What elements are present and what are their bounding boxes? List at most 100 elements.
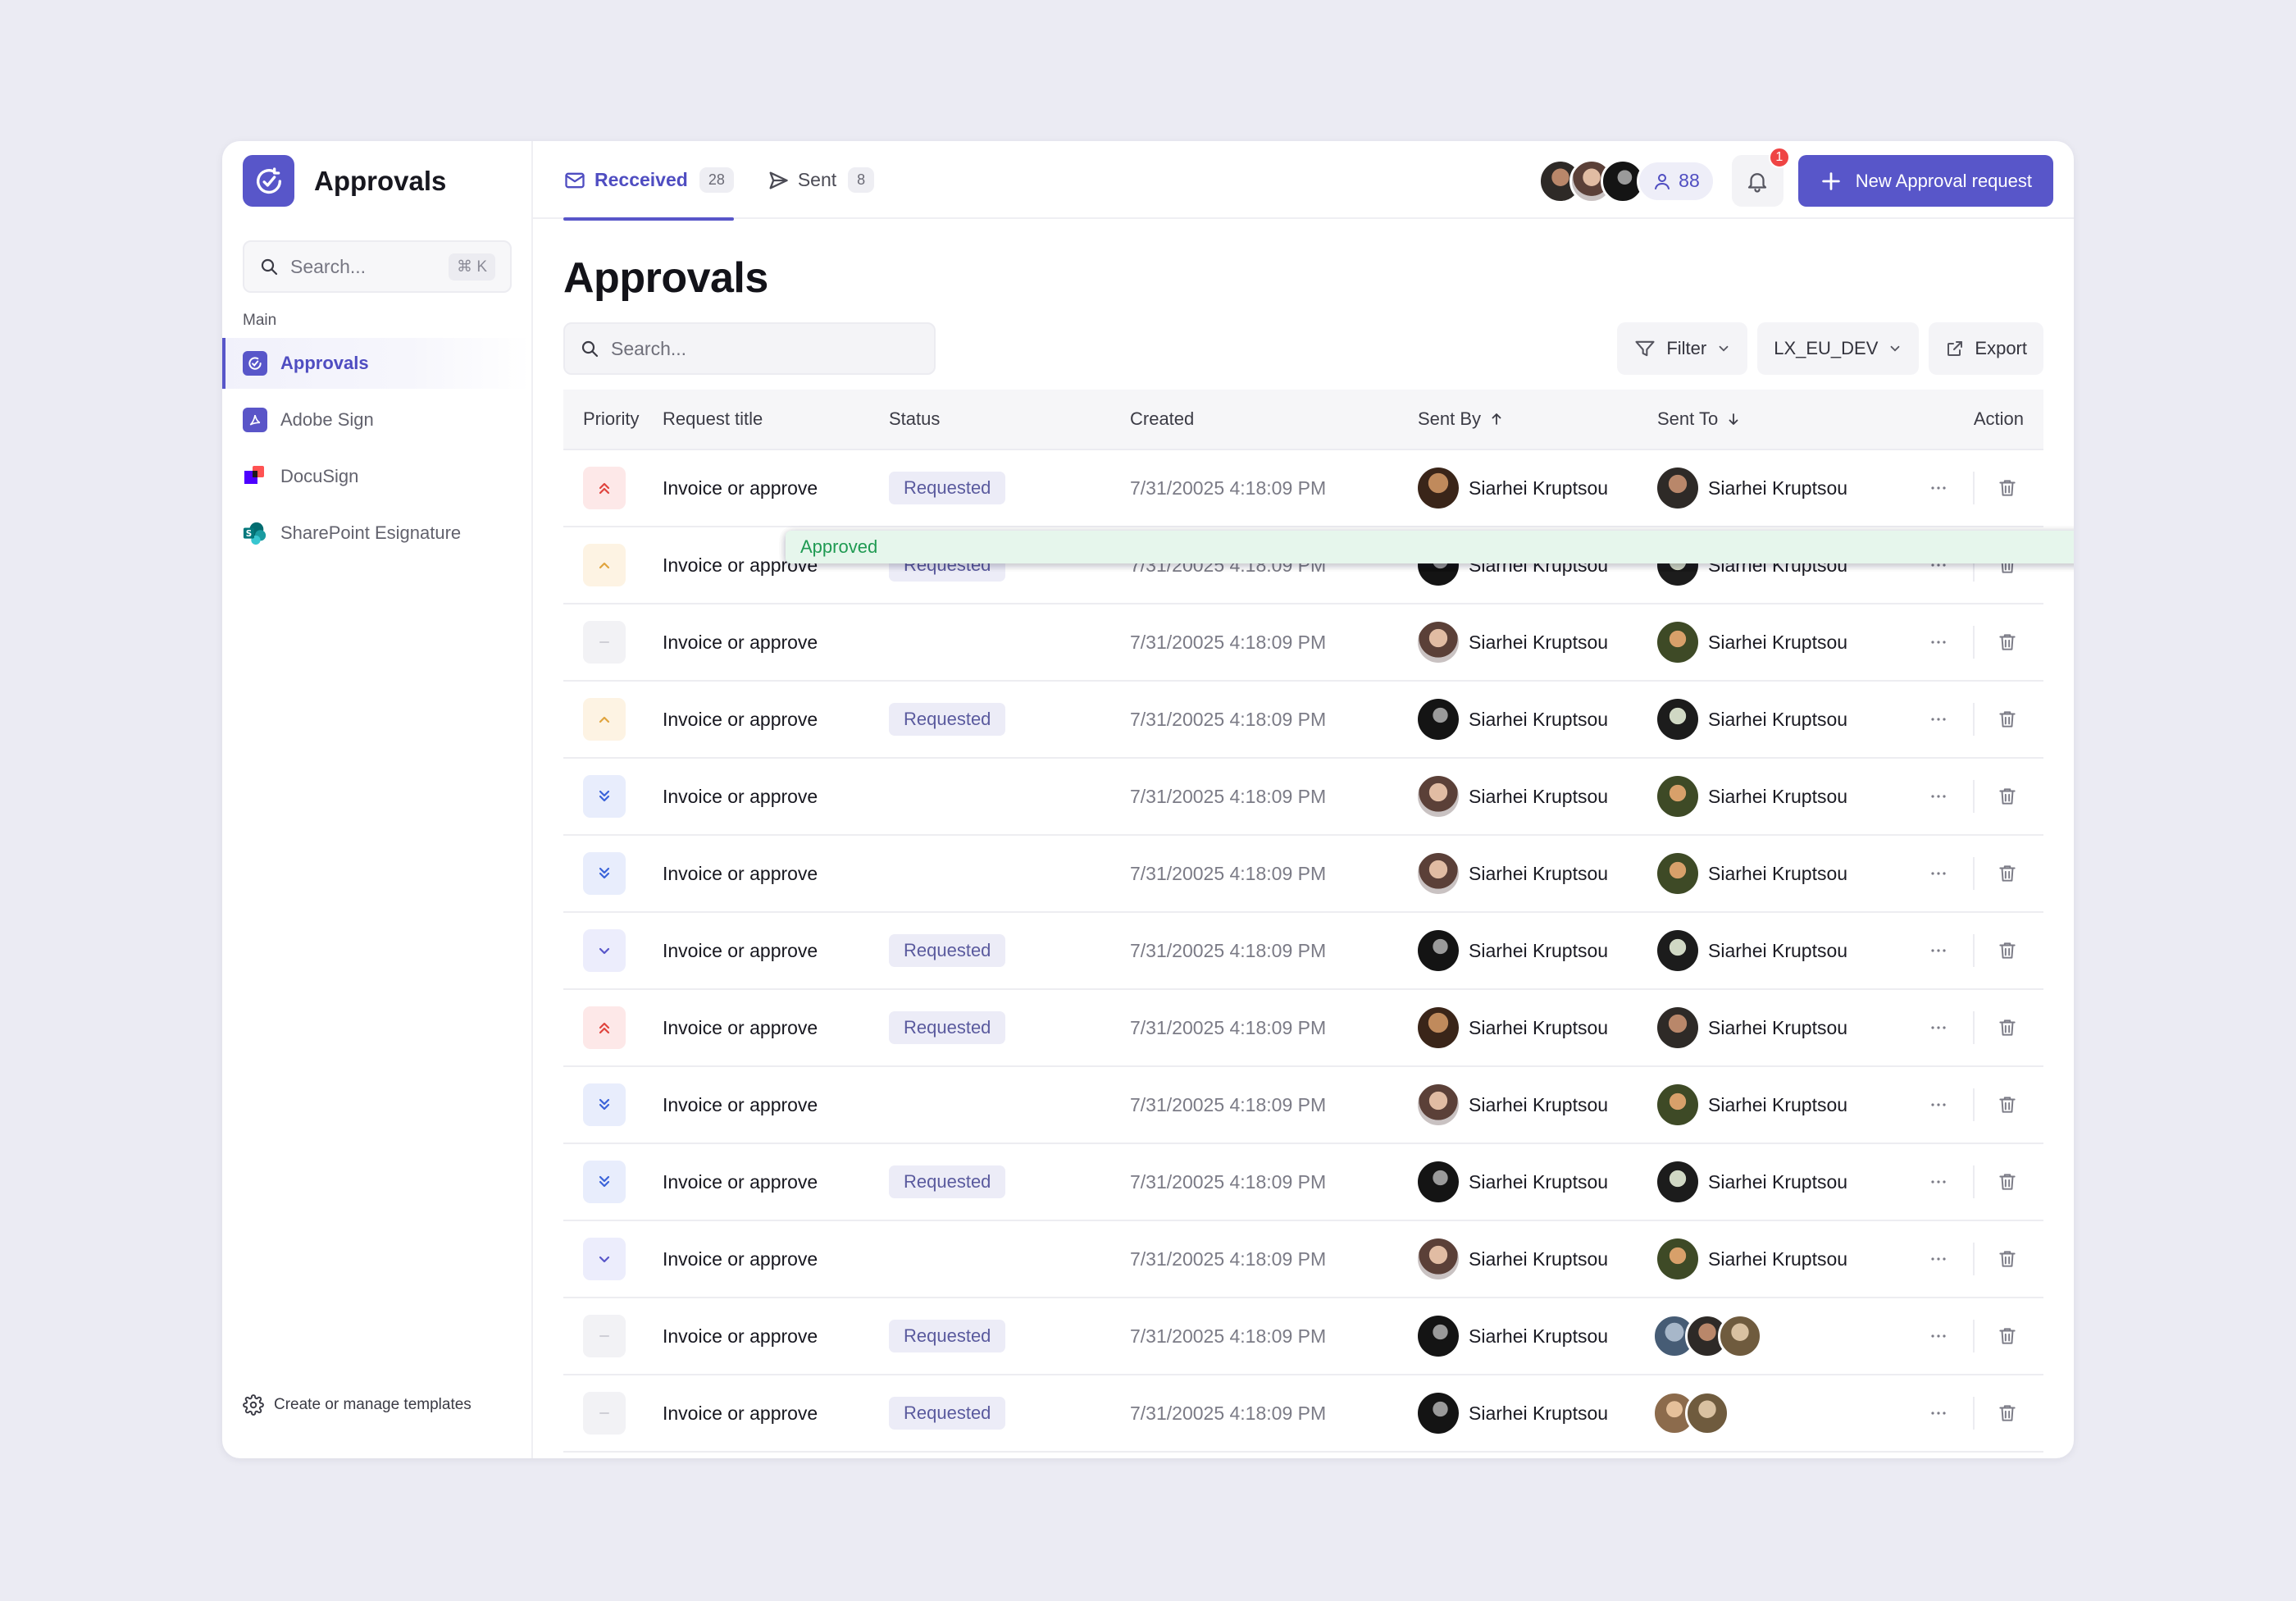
action-divider xyxy=(1973,1320,1975,1352)
delete-button[interactable] xyxy=(1991,933,2024,969)
filter-button[interactable]: Filter xyxy=(1617,322,1748,375)
tab-sent[interactable]: Sent 8 xyxy=(767,141,875,219)
recipient[interactable]: Siarhei Kruptsou xyxy=(1657,1161,1897,1202)
more-options-button[interactable] xyxy=(1920,1395,1957,1431)
request-title[interactable]: Invoice or approve xyxy=(663,863,889,885)
recipient-group-avatars[interactable] xyxy=(1652,1314,1897,1358)
recipient-group-avatars[interactable] xyxy=(1652,1391,1897,1435)
column-header-priority[interactable]: Priority xyxy=(563,408,663,430)
delete-button[interactable] xyxy=(1991,855,2024,892)
more-options-button[interactable] xyxy=(1920,1010,1957,1046)
tab-received[interactable]: Recceived 28 xyxy=(563,141,734,221)
more-options-button[interactable] xyxy=(1920,855,1957,892)
delete-button[interactable] xyxy=(1991,778,2024,814)
column-header-status[interactable]: Status xyxy=(889,408,1130,430)
request-title[interactable]: Invoice or approve xyxy=(663,632,889,654)
more-options-button[interactable] xyxy=(1920,624,1957,660)
sender[interactable]: Siarhei Kruptsou xyxy=(1418,1084,1657,1125)
more-options-button[interactable] xyxy=(1920,1318,1957,1354)
table-row[interactable]: Invoice or approve Requested 7/31/20025 4:… xyxy=(563,682,2043,759)
recipient[interactable]: Siarhei Kruptsou xyxy=(1657,699,1897,740)
sender[interactable]: Siarhei Kruptsou xyxy=(1418,1161,1657,1202)
sender[interactable]: Siarhei Kruptsou xyxy=(1418,1007,1657,1048)
sender[interactable]: Siarhei Kruptsou xyxy=(1418,468,1657,509)
delete-button[interactable] xyxy=(1991,1241,2024,1277)
sidebar-item-approvals[interactable]: Approvals xyxy=(222,338,531,389)
delete-button[interactable] xyxy=(1991,1318,2024,1354)
request-title[interactable]: Invoice or approve xyxy=(663,1017,889,1039)
column-header-sent-by[interactable]: Sent By xyxy=(1418,408,1657,430)
table-row[interactable]: Invoice or approve Requested 7/31/20025 4:… xyxy=(563,990,2043,1067)
request-title[interactable]: Invoice or approve xyxy=(663,940,889,962)
recipient[interactable]: Siarhei Kruptsou xyxy=(1657,853,1897,894)
export-button[interactable]: Export xyxy=(1929,322,2043,375)
table-row[interactable]: Invoice or approve Approved 7/31/20025 4:1… xyxy=(563,531,2074,913)
sidebar-item-docusign[interactable]: DocuSign xyxy=(222,451,531,502)
column-header-title[interactable]: Request title xyxy=(663,408,889,430)
delete-button[interactable] xyxy=(1991,1395,2024,1431)
table-row[interactable]: Invoice or approve Requested 7/31/20025 4:… xyxy=(563,1375,2043,1453)
member-avatars[interactable] xyxy=(1538,158,1646,203)
delete-button[interactable] xyxy=(1991,1010,2024,1046)
sender[interactable]: Siarhei Kruptsou xyxy=(1418,1316,1657,1357)
request-title[interactable]: Invoice or approve xyxy=(663,477,889,499)
delete-button[interactable] xyxy=(1991,624,2024,660)
more-options-button[interactable] xyxy=(1920,1087,1957,1123)
sidebar-search-input[interactable]: Search... ⌘ K xyxy=(243,240,512,293)
manage-templates-link[interactable]: Create or manage templates xyxy=(243,1394,472,1416)
more-options-button[interactable] xyxy=(1920,1241,1957,1277)
priority-cell xyxy=(563,698,663,741)
sidebar-item-adobe-sign[interactable]: Adobe Sign xyxy=(222,395,531,445)
new-approval-request-button[interactable]: New Approval request xyxy=(1797,155,2053,207)
sender[interactable]: Siarhei Kruptsou xyxy=(1418,699,1657,740)
request-title[interactable]: Invoice or approve xyxy=(663,1325,889,1348)
sender[interactable]: Siarhei Kruptsou xyxy=(1418,776,1657,817)
column-header-sent-to[interactable]: Sent To xyxy=(1657,408,1897,430)
delete-button[interactable] xyxy=(1991,1087,2024,1123)
table-row[interactable]: Invoice or approve Requested 7/31/20025 4:… xyxy=(563,450,2043,527)
member-count-button[interactable]: 88 xyxy=(1637,159,1715,203)
sender[interactable]: Siarhei Kruptsou xyxy=(1418,1393,1657,1434)
trash-icon xyxy=(1999,865,2016,882)
column-header-created[interactable]: Created xyxy=(1130,408,1418,430)
sidebar-item-sharepoint[interactable]: S SharePoint Esignature xyxy=(222,508,531,559)
sender[interactable]: Siarhei Kruptsou xyxy=(1418,930,1657,971)
notifications-button[interactable]: 1 xyxy=(1731,147,1790,207)
delete-button[interactable] xyxy=(1991,470,2024,506)
recipient[interactable]: Siarhei Kruptsou xyxy=(1657,622,1897,663)
table-search-input[interactable]: Search... xyxy=(563,322,936,375)
recipient[interactable]: Siarhei Kruptsou xyxy=(1657,1007,1897,1048)
avatar xyxy=(1418,1084,1459,1125)
sender[interactable]: Siarhei Kruptsou xyxy=(1418,1238,1657,1279)
recipient[interactable]: Siarhei Kruptsou xyxy=(1657,1238,1897,1279)
request-title[interactable]: Invoice or approve xyxy=(663,709,889,731)
action-divider xyxy=(1973,780,1975,813)
more-options-button[interactable] xyxy=(1920,933,1957,969)
more-options-button[interactable] xyxy=(1920,1164,1957,1200)
delete-button[interactable] xyxy=(1991,1164,2024,1200)
table-row[interactable]: Invoice or approve Requested 7/31/20025 4:… xyxy=(563,913,2043,990)
delete-button[interactable] xyxy=(1991,701,2024,737)
table-row[interactable]: Invoice or approve Approved 7/31/20025 4:1… xyxy=(563,531,2074,1298)
sender[interactable]: Siarhei Kruptsou xyxy=(1418,853,1657,894)
table-row[interactable]: Invoice or approve Approved 7/31/20025 4:1… xyxy=(563,531,2074,836)
svg-text:S: S xyxy=(246,529,252,539)
recipient[interactable]: Siarhei Kruptsou xyxy=(1657,776,1897,817)
table-row[interactable]: Invoice or approve Approved 7/31/20025 4:1… xyxy=(563,531,2074,682)
more-options-button[interactable] xyxy=(1920,701,1957,737)
table-row[interactable]: Invoice or approve Requested 7/31/20025 4:… xyxy=(563,1298,2043,1375)
request-title[interactable]: Invoice or approve xyxy=(663,1171,889,1193)
request-title[interactable]: Invoice or approve xyxy=(663,1403,889,1425)
more-options-button[interactable] xyxy=(1920,778,1957,814)
request-title[interactable]: Invoice or approve xyxy=(663,1094,889,1116)
recipient[interactable]: Siarhei Kruptsou xyxy=(1657,930,1897,971)
request-title[interactable]: Invoice or approve xyxy=(663,786,889,808)
table-row[interactable]: Invoice or approve Requested 7/31/20025 4:… xyxy=(563,1144,2043,1221)
sender[interactable]: Siarhei Kruptsou xyxy=(1418,622,1657,663)
table-row[interactable]: Invoice or approve Approved 7/31/20025 4:1… xyxy=(563,531,2074,1144)
request-title[interactable]: Invoice or approve xyxy=(663,1248,889,1270)
recipient[interactable]: Siarhei Kruptsou xyxy=(1657,468,1897,509)
recipient[interactable]: Siarhei Kruptsou xyxy=(1657,1084,1897,1125)
environment-select[interactable]: LX_EU_DEV xyxy=(1757,322,1920,375)
more-options-button[interactable] xyxy=(1920,470,1957,506)
